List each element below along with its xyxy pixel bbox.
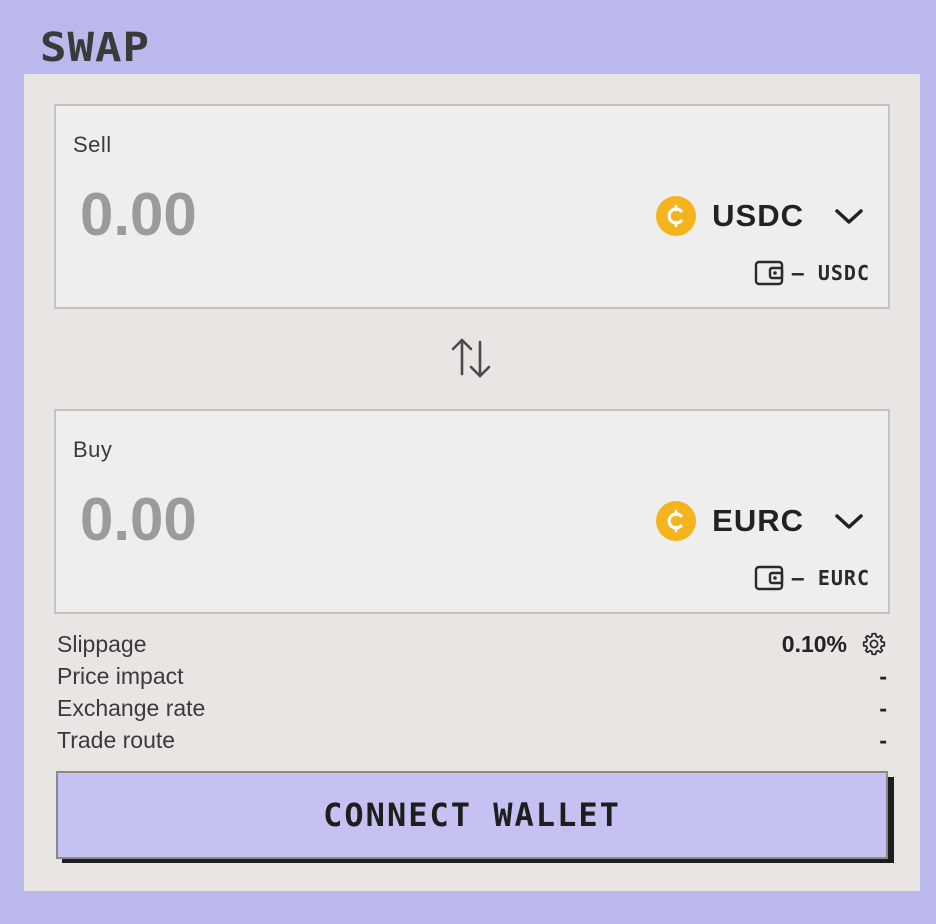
trade-details: Slippage 0.10% Price impact - Exchange r… xyxy=(57,628,887,756)
trade-route-label: Trade route xyxy=(57,726,176,753)
gear-icon[interactable] xyxy=(861,631,887,657)
chevron-down-icon xyxy=(835,514,863,529)
buy-amount-input[interactable] xyxy=(80,485,380,554)
swap-arrows-icon[interactable] xyxy=(448,336,494,380)
sell-token-select[interactable]: USDC xyxy=(656,194,864,238)
price-impact-value: - xyxy=(879,662,887,689)
price-impact-row: Price impact - xyxy=(57,660,887,692)
price-impact-label: Price impact xyxy=(57,662,184,689)
buy-balance-text: – EURC xyxy=(791,566,870,590)
slippage-value: 0.10% xyxy=(781,630,847,657)
wallet-icon xyxy=(754,260,783,286)
trade-route-value: - xyxy=(879,726,887,753)
connect-wallet-button[interactable]: CONNECT WALLET xyxy=(56,771,888,859)
slippage-label: Slippage xyxy=(57,630,147,657)
sell-label: Sell xyxy=(73,132,112,157)
buy-token-select[interactable]: EURC xyxy=(656,499,864,543)
chevron-down-icon xyxy=(835,209,863,224)
buy-box: Buy EURC – EURC xyxy=(54,409,890,614)
exchange-rate-label: Exchange rate xyxy=(57,694,206,721)
usdc-coin-icon xyxy=(656,196,697,236)
slippage-row: Slippage 0.10% xyxy=(57,628,887,660)
eurc-coin-icon xyxy=(656,501,697,541)
sell-box: Sell USDC – USDC xyxy=(54,104,890,309)
sell-balance-text: – USDC xyxy=(791,261,870,285)
buy-label: Buy xyxy=(73,437,113,462)
page-title: SWAP xyxy=(40,24,150,71)
sell-token-name: USDC xyxy=(712,198,804,233)
exchange-rate-value: - xyxy=(879,694,887,721)
wallet-icon xyxy=(754,565,783,591)
swap-panel: Sell USDC – USDC xyxy=(24,74,920,891)
trade-route-row: Trade route - xyxy=(57,724,887,756)
sell-amount-input[interactable] xyxy=(80,180,380,249)
exchange-rate-row: Exchange rate - xyxy=(57,692,887,724)
buy-token-name: EURC xyxy=(712,503,804,538)
buy-balance: – EURC xyxy=(754,565,870,591)
sell-balance: – USDC xyxy=(754,260,870,286)
